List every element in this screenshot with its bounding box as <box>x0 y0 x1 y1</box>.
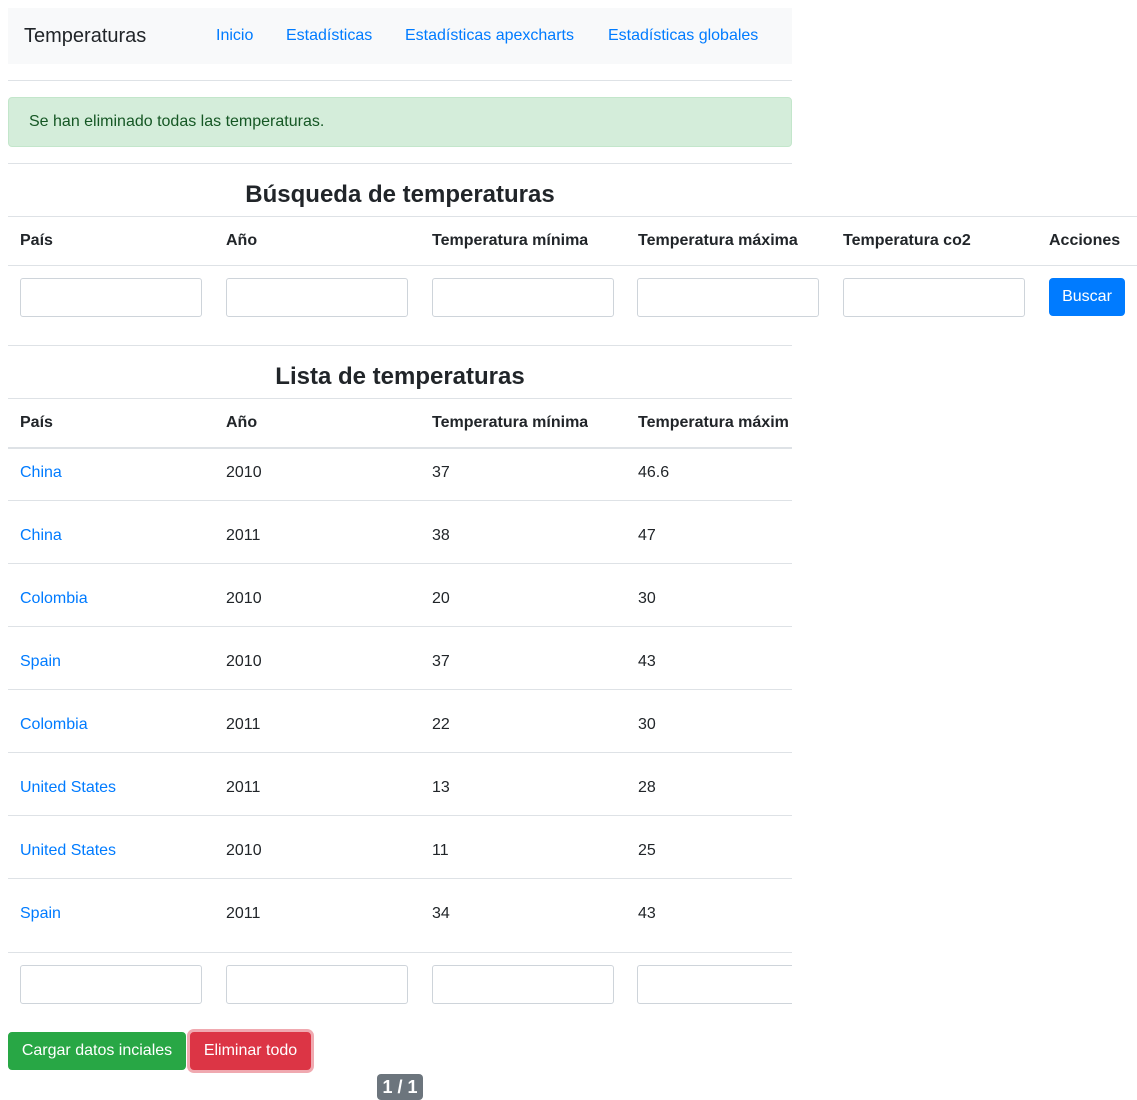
country-link[interactable]: China <box>20 463 62 483</box>
new-year-input[interactable] <box>226 965 408 1004</box>
temp-max-cell: 30 <box>638 590 656 607</box>
temp-max-cell: 30 <box>638 716 656 733</box>
nav-link-estadisticas-apexcharts[interactable]: Estadísticas apexcharts <box>405 25 574 47</box>
row-divider <box>8 815 792 816</box>
search-table-top-border <box>8 216 1137 217</box>
new-country-input[interactable] <box>20 965 202 1004</box>
list-header-temp-min: Temperatura mínima <box>432 414 589 431</box>
alert-message: Se han eliminado todas las temperaturas. <box>29 113 325 130</box>
search-header-temp-max: Temperatura máxima <box>638 232 798 249</box>
search-temp-co2-input[interactable] <box>843 278 1025 317</box>
search-button[interactable]: Buscar <box>1049 278 1125 316</box>
temp-max-cell: 46.6 <box>638 464 670 481</box>
year-cell: 2010 <box>226 842 262 859</box>
country-link[interactable]: United States <box>20 841 116 861</box>
temp-max-cell: 25 <box>638 842 656 859</box>
temp-min-cell: 38 <box>432 527 450 544</box>
row-divider <box>8 752 792 753</box>
list-header-ano: Año <box>226 414 258 431</box>
temp-min-cell: 34 <box>432 905 450 922</box>
temp-min-cell: 13 <box>432 779 450 796</box>
year-cell: 2011 <box>226 779 261 796</box>
country-link[interactable]: Spain <box>20 904 61 924</box>
navbar-brand[interactable]: Temperaturas <box>24 24 146 48</box>
country-link[interactable]: Colombia <box>20 715 88 735</box>
nav-link-estadisticas-globales[interactable]: Estadísticas globales <box>608 25 758 47</box>
list-header-border <box>8 447 792 449</box>
search-temp-min-input[interactable] <box>432 278 614 317</box>
country-link[interactable]: Colombia <box>20 589 88 609</box>
divider <box>8 345 792 346</box>
search-header-temp-co2: Temperatura co2 <box>843 232 971 249</box>
temp-min-cell: 37 <box>432 464 450 481</box>
list-header-pais: País <box>20 414 53 431</box>
list-header-temp-max: Temperatura máxim <box>638 414 789 431</box>
nav-link-inicio[interactable]: Inicio <box>216 25 253 47</box>
search-country-input[interactable] <box>20 278 202 317</box>
nav-link-estadisticas[interactable]: Estadísticas <box>286 25 372 47</box>
navbar: Temperaturas Inicio Estadísticas Estadís… <box>8 8 792 64</box>
temp-min-cell: 37 <box>432 653 450 670</box>
temp-min-cell: 20 <box>432 590 450 607</box>
year-cell: 2011 <box>226 527 261 544</box>
year-cell: 2010 <box>226 590 262 607</box>
load-initial-data-button[interactable]: Cargar datos inciales <box>8 1032 186 1070</box>
search-year-input[interactable] <box>226 278 408 317</box>
year-cell: 2011 <box>226 716 261 733</box>
new-temp-min-input[interactable] <box>432 965 614 1004</box>
year-cell: 2010 <box>226 653 262 670</box>
temp-min-cell: 11 <box>432 842 449 859</box>
temp-min-cell: 22 <box>432 716 450 733</box>
temp-max-cell: 43 <box>638 653 656 670</box>
row-divider <box>8 500 792 501</box>
list-title: Lista de temperaturas <box>275 363 525 390</box>
new-temp-max-input[interactable] <box>637 965 792 1004</box>
success-alert: Se han eliminado todas las temperaturas. <box>8 97 792 147</box>
divider <box>8 163 792 164</box>
list-table-bottom-border <box>8 952 792 953</box>
row-divider <box>8 689 792 690</box>
temp-max-cell: 47 <box>638 527 656 544</box>
search-title: Búsqueda de temperaturas <box>245 181 555 208</box>
search-header-acciones: Acciones <box>1049 232 1121 249</box>
divider <box>8 80 792 81</box>
year-cell: 2011 <box>226 905 261 922</box>
temp-max-cell: 43 <box>638 905 656 922</box>
year-cell: 2010 <box>226 464 262 481</box>
country-link[interactable]: Spain <box>20 652 61 672</box>
temp-max-cell: 28 <box>638 779 656 796</box>
search-header-border <box>8 265 1137 266</box>
row-divider <box>8 878 792 879</box>
country-link[interactable]: China <box>20 526 62 546</box>
row-divider <box>8 626 792 627</box>
list-table-top-border <box>8 398 792 399</box>
new-row-form <box>0 960 792 1010</box>
delete-all-button[interactable]: Eliminar todo <box>190 1032 311 1070</box>
country-link[interactable]: United States <box>20 778 116 798</box>
search-temp-max-input[interactable] <box>637 278 819 317</box>
search-header-ano: Año <box>226 232 258 249</box>
search-header-pais: País <box>20 232 53 249</box>
row-divider <box>8 563 792 564</box>
search-header-temp-min: Temperatura mínima <box>432 232 589 249</box>
pagination-badge: 1 / 1 <box>377 1074 423 1100</box>
